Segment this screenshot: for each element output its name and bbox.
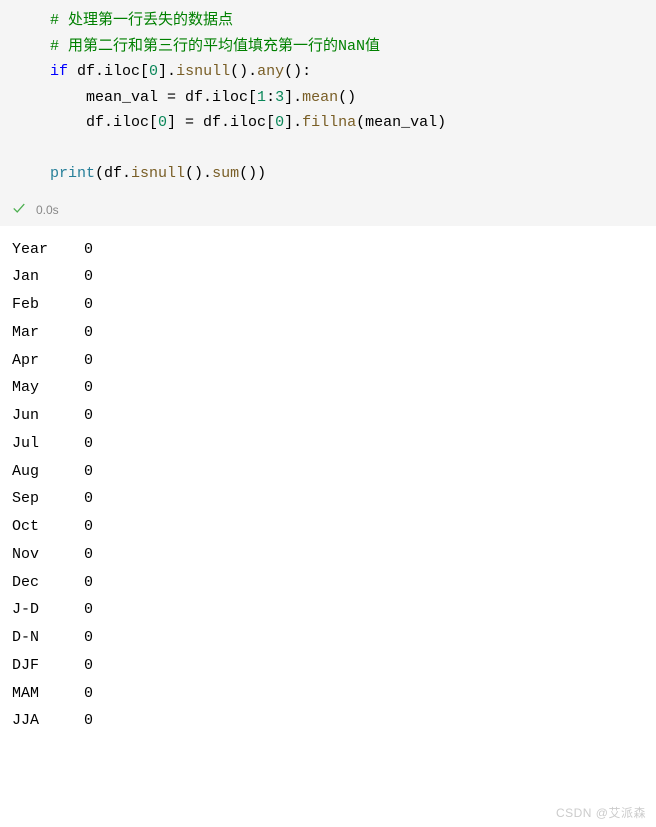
output-row: MAM0 <box>12 680 656 708</box>
output-row: Jun0 <box>12 402 656 430</box>
output-cell: Year0Jan0Feb0Mar0Apr0May0Jun0Jul0Aug0Sep… <box>0 226 656 736</box>
output-value: 0 <box>84 546 93 563</box>
output-label: Jul <box>12 430 84 458</box>
output-label: Year <box>12 236 84 264</box>
output-row: Nov0 <box>12 541 656 569</box>
output-label: Mar <box>12 319 84 347</box>
output-value: 0 <box>84 435 93 452</box>
watermark: CSDN @艾派森 <box>556 804 646 821</box>
output-row: Feb0 <box>12 291 656 319</box>
code-cell[interactable]: # 处理第一行丢失的数据点 # 用第二行和第三行的平均值填充第一行的NaN值 i… <box>0 0 656 195</box>
output-row: J-D0 <box>12 596 656 624</box>
code-line-body-1: mean_val = df.iloc[1:3].mean() <box>0 85 656 111</box>
output-row: Jul0 <box>12 430 656 458</box>
output-row: Jan0 <box>12 263 656 291</box>
output-row: JJA0 <box>12 707 656 735</box>
code-line-print: print(df.isnull().sum()) <box>0 161 656 187</box>
output-row: DJF0 <box>12 652 656 680</box>
output-value: 0 <box>84 296 93 313</box>
output-value: 0 <box>84 352 93 369</box>
output-row: Dec0 <box>12 569 656 597</box>
output-row: Sep0 <box>12 485 656 513</box>
output-label: Jun <box>12 402 84 430</box>
output-label: May <box>12 374 84 402</box>
output-label: MAM <box>12 680 84 708</box>
output-value: 0 <box>84 241 93 258</box>
execution-time: 0.0s <box>36 203 59 217</box>
code-line-if: if df.iloc[0].isnull().any(): <box>0 59 656 85</box>
output-value: 0 <box>84 685 93 702</box>
output-label: Dec <box>12 569 84 597</box>
output-value: 0 <box>84 657 93 674</box>
output-value: 0 <box>84 407 93 424</box>
output-label: Aug <box>12 458 84 486</box>
output-value: 0 <box>84 490 93 507</box>
output-value: 0 <box>84 712 93 729</box>
output-value: 0 <box>84 574 93 591</box>
output-value: 0 <box>84 629 93 646</box>
output-value: 0 <box>84 463 93 480</box>
output-row: May0 <box>12 374 656 402</box>
code-line-blank <box>0 136 656 162</box>
output-row: Year0 <box>12 236 656 264</box>
output-label: JJA <box>12 707 84 735</box>
output-label: Oct <box>12 513 84 541</box>
code-line-comment-1: # 处理第一行丢失的数据点 <box>0 8 656 34</box>
output-label: Nov <box>12 541 84 569</box>
output-row: Oct0 <box>12 513 656 541</box>
output-row: Apr0 <box>12 347 656 375</box>
output-value: 0 <box>84 518 93 535</box>
output-value: 0 <box>84 324 93 341</box>
output-label: Apr <box>12 347 84 375</box>
checkmark-icon <box>12 201 26 220</box>
output-row: Aug0 <box>12 458 656 486</box>
output-label: Jan <box>12 263 84 291</box>
output-row: D-N0 <box>12 624 656 652</box>
status-bar: 0.0s <box>0 195 656 226</box>
code-line-comment-2: # 用第二行和第三行的平均值填充第一行的NaN值 <box>0 34 656 60</box>
output-value: 0 <box>84 601 93 618</box>
output-label: D-N <box>12 624 84 652</box>
output-row: Mar0 <box>12 319 656 347</box>
output-label: J-D <box>12 596 84 624</box>
output-value: 0 <box>84 268 93 285</box>
output-value: 0 <box>84 379 93 396</box>
output-label: DJF <box>12 652 84 680</box>
output-label: Feb <box>12 291 84 319</box>
code-line-body-2: df.iloc[0] = df.iloc[0].fillna(mean_val) <box>0 110 656 136</box>
output-label: Sep <box>12 485 84 513</box>
